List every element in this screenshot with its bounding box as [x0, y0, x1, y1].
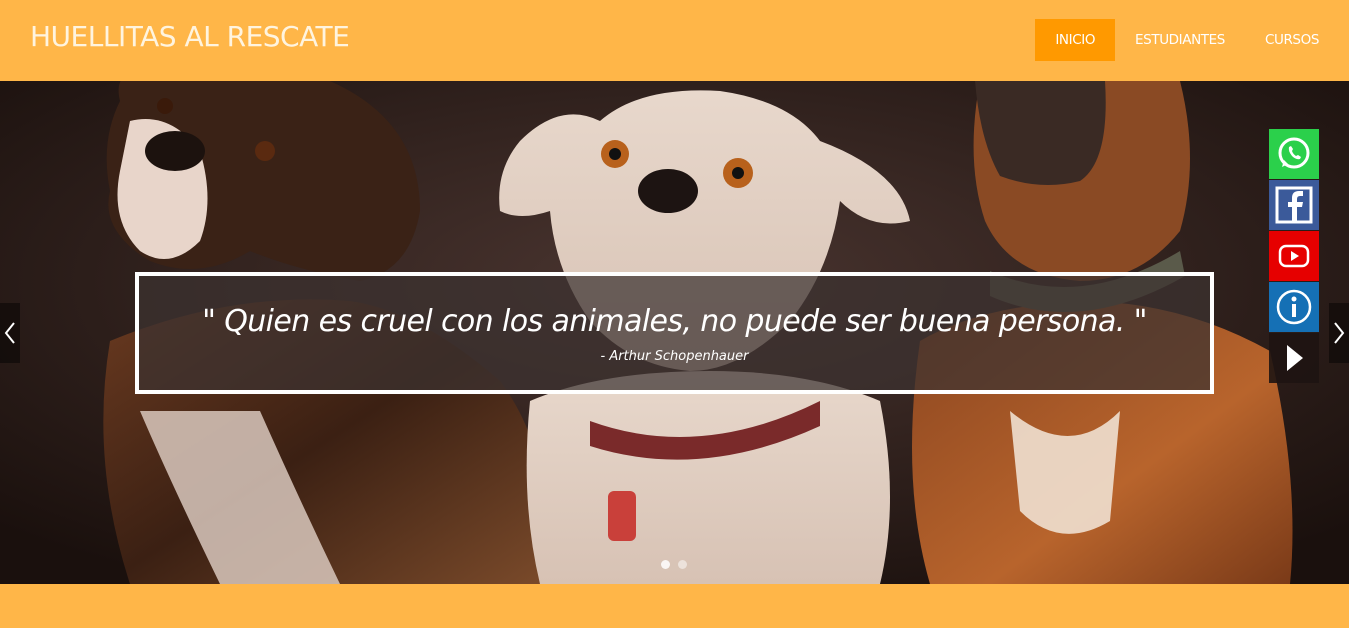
play-button[interactable] — [1269, 333, 1319, 383]
nav-item-cursos[interactable]: CURSOS — [1245, 19, 1339, 61]
whatsapp-button[interactable] — [1269, 129, 1319, 179]
carousel-indicator-1[interactable] — [661, 560, 670, 569]
social-sidebar — [1269, 129, 1319, 384]
chevron-right-icon — [1334, 322, 1345, 344]
whatsapp-icon — [1278, 137, 1310, 169]
nav-item-estudiantes[interactable]: ESTUDIANTES — [1115, 19, 1245, 61]
nav-item-inicio[interactable]: INICIO — [1035, 19, 1116, 61]
chevron-left-icon — [4, 322, 15, 344]
brand-title[interactable]: HUELLITAS AL RESCATE — [30, 20, 350, 53]
carousel-indicator-2[interactable] — [678, 560, 687, 569]
carousel-next-button[interactable] — [1329, 303, 1349, 363]
info-button[interactable] — [1269, 282, 1319, 332]
main-nav: INICIO ESTUDIANTES CURSOS — [1035, 19, 1339, 61]
quote-author: - Arthur Schopenhauer — [600, 349, 749, 364]
youtube-icon — [1278, 244, 1310, 268]
hero-carousel: " Quien es cruel con los animales, no pu… — [0, 81, 1349, 584]
footer-band — [0, 584, 1349, 628]
carousel-indicators — [661, 560, 687, 569]
facebook-icon — [1275, 186, 1313, 224]
play-icon — [1287, 345, 1303, 371]
quote-box: " Quien es cruel con los animales, no pu… — [135, 272, 1214, 394]
navbar: HUELLITAS AL RESCATE INICIO ESTUDIANTES … — [0, 0, 1349, 81]
facebook-button[interactable] — [1269, 180, 1319, 230]
info-icon — [1276, 289, 1312, 325]
carousel-prev-button[interactable] — [0, 303, 20, 363]
youtube-button[interactable] — [1269, 231, 1319, 281]
quote-text: " Quien es cruel con los animales, no pu… — [202, 304, 1147, 339]
